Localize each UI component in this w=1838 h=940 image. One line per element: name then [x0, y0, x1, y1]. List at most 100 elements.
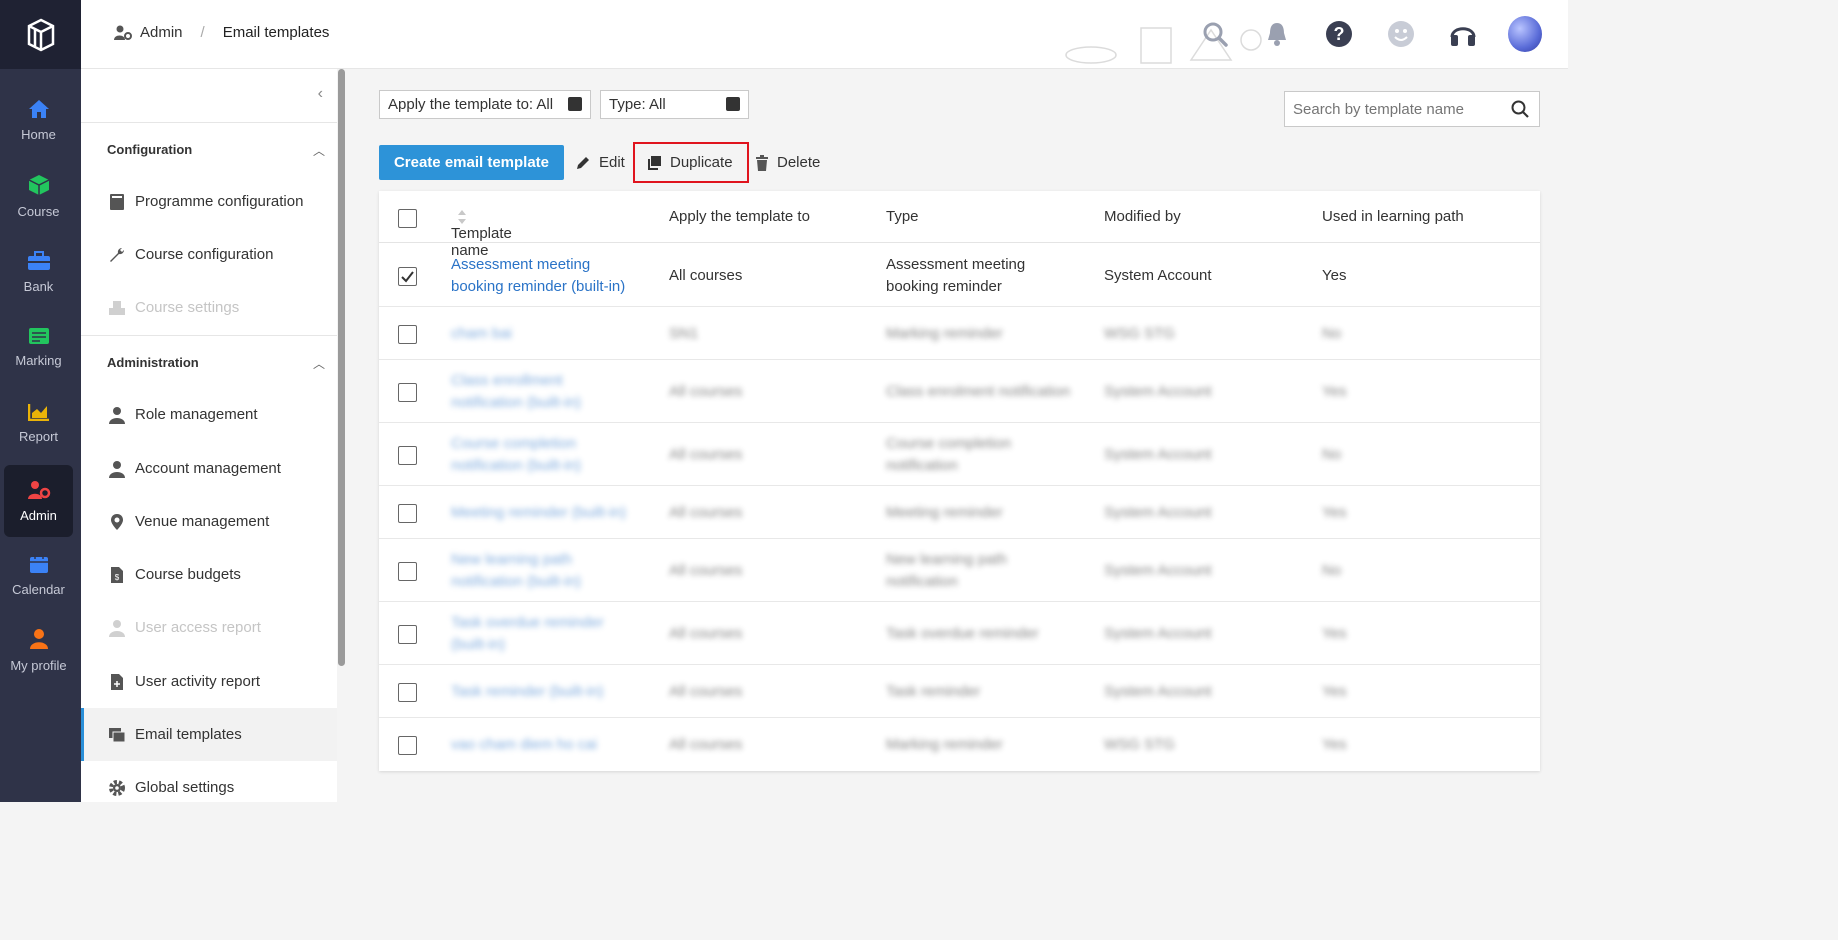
template-name-link[interactable]: Meeting reminder (built-in) — [451, 502, 626, 524]
breadcrumb-admin[interactable]: Admin — [140, 24, 183, 41]
template-name-link[interactable]: Task reminder (built-in) — [451, 681, 604, 703]
template-name-link[interactable]: Assessment meeting booking reminder (buil… — [451, 254, 625, 298]
apply-to-filter[interactable]: Apply the template to: All — [379, 90, 591, 119]
row-checkbox[interactable] — [398, 561, 417, 581]
template-name-link[interactable]: Class enrollment notification (built-in) — [451, 370, 581, 414]
nav-admin[interactable]: Admin — [4, 465, 73, 537]
sidebar-item-label: Course configuration — [135, 246, 274, 263]
type-cell: Task reminder — [886, 681, 980, 703]
template-name-link-line: notification (built-in) — [451, 393, 582, 411]
user-avatar-button[interactable] — [1508, 14, 1542, 54]
sidebar-item-venue-management[interactable]: Venue management — [81, 495, 337, 548]
help-button[interactable]: ? — [1322, 14, 1356, 54]
table-row[interactable]: Class enrollment notification (built-in) A… — [379, 360, 1540, 423]
sidebar-item-course-budgets[interactable]: $ Course budgets — [81, 548, 337, 601]
sidebar-item-label: Email templates — [135, 726, 242, 743]
table-row[interactable]: New learning path notification (built-in)… — [379, 539, 1540, 602]
type-cell-line: New learning path — [886, 550, 1007, 568]
modified-by-cell-line: WSG STG — [1104, 324, 1175, 342]
row-checkbox[interactable] — [398, 682, 417, 702]
sidebar-item-email-templates[interactable]: Email templates — [81, 708, 337, 761]
create-email-template-button[interactable]: Create email template — [379, 145, 564, 180]
search-icon[interactable] — [1511, 100, 1529, 123]
table-row[interactable]: Course completion notification (built-in)… — [379, 423, 1540, 486]
cube-icon — [28, 174, 49, 195]
template-name-link-line: notification (built-in) — [451, 456, 582, 474]
nav-report[interactable]: Report — [4, 387, 73, 459]
support-button[interactable] — [1446, 14, 1480, 54]
table-row[interactable]: Task reminder (built-in) All courses Task … — [379, 665, 1540, 718]
template-name-link[interactable]: vao cham diem ho cai — [451, 734, 597, 756]
book-icon — [107, 193, 127, 211]
nav-bank[interactable]: Bank — [4, 236, 73, 308]
table-row[interactable]: vao cham diem ho cai All courses Marking r… — [379, 718, 1540, 771]
sidebar-item-course-configuration[interactable]: Course configuration — [81, 228, 337, 281]
row-checkbox[interactable] — [398, 624, 417, 644]
file-plus-icon — [107, 673, 127, 691]
modified-by-cell: System Account — [1104, 623, 1212, 645]
search-input[interactable] — [1285, 92, 1495, 126]
template-name-link[interactable]: Course completion notification (built-in) — [451, 433, 581, 477]
sidebar-item-label: Venue management — [135, 513, 270, 530]
app-logo[interactable] — [0, 0, 81, 69]
sidebar-item-label: Course settings — [135, 299, 240, 316]
sort-icon — [458, 210, 466, 225]
template-name-link-line: Task reminder (built-in) — [451, 682, 604, 700]
sidebar-item-label: User activity report — [135, 673, 261, 690]
table-row[interactable]: Meeting reminder (built-in) All courses Me… — [379, 486, 1540, 539]
user-icon — [107, 460, 127, 478]
row-checkbox[interactable] — [398, 503, 417, 523]
chevron-up-icon[interactable]: ︿ — [313, 142, 325, 159]
sidebar-item-user-access-report: User access report — [81, 601, 337, 654]
template-name-link[interactable]: cham bai — [451, 323, 512, 345]
apply-to-cell: All courses — [669, 265, 742, 287]
type-filter[interactable]: Type: All — [600, 90, 749, 119]
apply-to-filter-label: Apply the template to: All — [388, 96, 554, 113]
sidebar-item-account-management[interactable]: Account management — [81, 442, 337, 495]
sidebar-item-global-settings[interactable]: Global settings — [81, 761, 337, 814]
row-checkbox[interactable] — [398, 382, 417, 402]
collapse-sidebar-button[interactable]: ‹ — [318, 85, 323, 103]
template-name-link[interactable]: Task overdue reminder (built-in) — [451, 612, 604, 656]
apply-to-cell-line: All courses — [669, 266, 743, 284]
table-row[interactable]: Task overdue reminder (built-in) All cours… — [379, 602, 1540, 665]
template-name-link[interactable]: New learning path notification (built-in) — [451, 549, 581, 593]
nav-calendar[interactable]: Calendar — [4, 539, 73, 611]
select-all-checkbox[interactable] — [398, 209, 417, 228]
delete-button[interactable]: Delete — [755, 145, 820, 180]
user-tie-icon — [107, 406, 127, 424]
modified-by-cell: System Account — [1104, 502, 1212, 524]
scrollbar-thumb[interactable] — [338, 69, 345, 666]
feedback-button[interactable] — [1384, 14, 1418, 54]
duplicate-highlight-box — [633, 142, 749, 183]
row-checkbox[interactable] — [398, 324, 417, 344]
notifications-button[interactable] — [1260, 14, 1294, 54]
table-row[interactable]: Assessment meeting booking reminder (buil… — [379, 244, 1540, 307]
type-cell: Task overdue reminder — [886, 623, 1039, 645]
row-checkbox[interactable] — [398, 266, 417, 286]
row-checkbox[interactable] — [398, 735, 417, 755]
top-header: Admin / Email templates ? — [81, 0, 1568, 69]
search-button[interactable] — [1198, 14, 1232, 54]
type-cell: Meeting reminder — [886, 502, 1003, 524]
nav-home[interactable]: Home — [4, 84, 73, 156]
sidebar-scrollbar[interactable] — [337, 69, 346, 802]
column-header-template-name[interactable]: Template name — [451, 208, 512, 259]
edit-button[interactable]: Edit — [575, 145, 625, 180]
section-administration-title[interactable]: Administration — [107, 355, 199, 370]
used-in-learning-path-cell-line: No — [1322, 561, 1342, 579]
row-checkbox[interactable] — [398, 445, 417, 465]
sidebar-item-programme-configuration[interactable]: Programme configuration — [81, 175, 337, 228]
section-configuration-title[interactable]: Configuration — [107, 142, 192, 157]
sidebar-item-role-management[interactable]: Role management — [81, 388, 337, 441]
type-cell-line: Meeting reminder — [886, 503, 1003, 521]
sidebar-item-user-activity-report[interactable]: User activity report — [81, 655, 337, 708]
chevron-up-icon[interactable]: ︿ — [313, 355, 325, 372]
nav-my-profile[interactable]: My profile — [4, 614, 73, 686]
nav-marking[interactable]: Marking — [4, 311, 73, 383]
table-row[interactable]: cham bai SN1 Marking reminder WSG STG No — [379, 307, 1540, 360]
template-name-link-line: New learning path — [451, 550, 572, 568]
nav-report-label: Report — [18, 428, 59, 444]
breadcrumb-separator: / — [200, 24, 205, 41]
nav-course[interactable]: Course — [4, 160, 73, 232]
